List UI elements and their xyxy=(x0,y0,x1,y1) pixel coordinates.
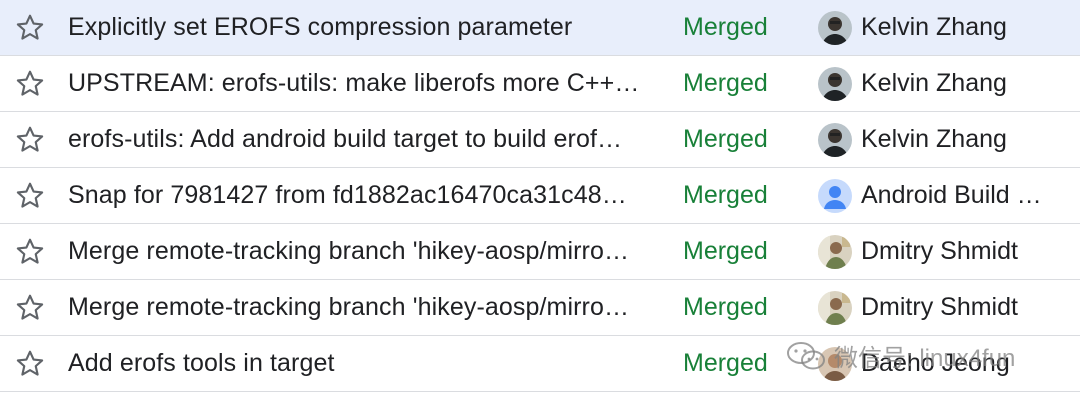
change-subject-link[interactable]: Add erofs tools in target xyxy=(68,349,668,378)
star-icon[interactable] xyxy=(0,280,60,336)
owner-name[interactable]: Kelvin Zhang xyxy=(861,125,1007,154)
status-merged: Merged xyxy=(683,13,768,41)
change-subject-link[interactable]: Merge remote-tracking branch 'hikey-aosp… xyxy=(68,237,668,266)
status-merged: Merged xyxy=(683,69,768,97)
avatar xyxy=(818,66,852,101)
change-row[interactable]: Merge remote-tracking branch 'hikey-aosp… xyxy=(0,280,1080,336)
star-icon[interactable] xyxy=(0,0,60,56)
owner-name[interactable]: Kelvin Zhang xyxy=(861,69,1007,98)
avatar xyxy=(818,346,852,381)
owner-name[interactable]: Android Build … xyxy=(861,181,1042,210)
status-merged: Merged xyxy=(683,125,768,153)
avatar xyxy=(818,10,852,45)
change-subject-link[interactable]: Snap for 7981427 from fd1882ac16470ca31c… xyxy=(68,181,668,210)
avatar xyxy=(818,290,852,325)
star-icon[interactable] xyxy=(0,56,60,112)
owner[interactable]: Kelvin Zhang xyxy=(818,66,1058,101)
change-row[interactable]: Snap for 7981427 from fd1882ac16470ca31c… xyxy=(0,168,1080,224)
owner-name[interactable]: Kelvin Zhang xyxy=(861,13,1007,42)
status-merged: Merged xyxy=(683,293,768,321)
status-merged: Merged xyxy=(683,181,768,209)
avatar xyxy=(818,234,852,269)
owner[interactable]: Kelvin Zhang xyxy=(818,10,1058,45)
change-list: Explicitly set EROFS compression paramet… xyxy=(0,0,1080,401)
status-merged: Merged xyxy=(683,237,768,265)
star-icon[interactable] xyxy=(0,224,60,280)
owner[interactable]: Dmitry Shmidt xyxy=(818,290,1058,325)
owner-name[interactable]: Dmitry Shmidt xyxy=(861,237,1018,266)
owner[interactable]: Kelvin Zhang xyxy=(818,122,1058,157)
change-subject-link[interactable]: erofs-utils: Add android build target to… xyxy=(68,125,668,154)
change-row[interactable]: UPSTREAM: erofs-utils: make liberofs mor… xyxy=(0,56,1080,112)
change-row[interactable]: erofs-utils: Add android build target to… xyxy=(0,112,1080,168)
owner[interactable]: Daeho Jeong xyxy=(818,346,1058,381)
change-subject-link[interactable]: Merge remote-tracking branch 'hikey-aosp… xyxy=(68,293,668,322)
default-user-icon xyxy=(818,178,852,213)
change-subject-link[interactable]: UPSTREAM: erofs-utils: make liberofs mor… xyxy=(68,69,668,98)
owner[interactable]: Android Build … xyxy=(818,178,1058,213)
star-icon[interactable] xyxy=(0,112,60,168)
change-row[interactable]: Explicitly set EROFS compression paramet… xyxy=(0,0,1080,56)
change-row[interactable]: Add erofs tools in target Merged Daeho J… xyxy=(0,336,1080,392)
owner-name[interactable]: Daeho Jeong xyxy=(861,349,1010,378)
owner[interactable]: Dmitry Shmidt xyxy=(818,234,1058,269)
star-icon[interactable] xyxy=(0,336,60,392)
avatar xyxy=(818,122,852,157)
star-icon[interactable] xyxy=(0,168,60,224)
change-subject-link[interactable]: Explicitly set EROFS compression paramet… xyxy=(68,13,668,42)
owner-name[interactable]: Dmitry Shmidt xyxy=(861,293,1018,322)
change-row[interactable]: Merge remote-tracking branch 'hikey-aosp… xyxy=(0,224,1080,280)
status-merged: Merged xyxy=(683,349,768,377)
